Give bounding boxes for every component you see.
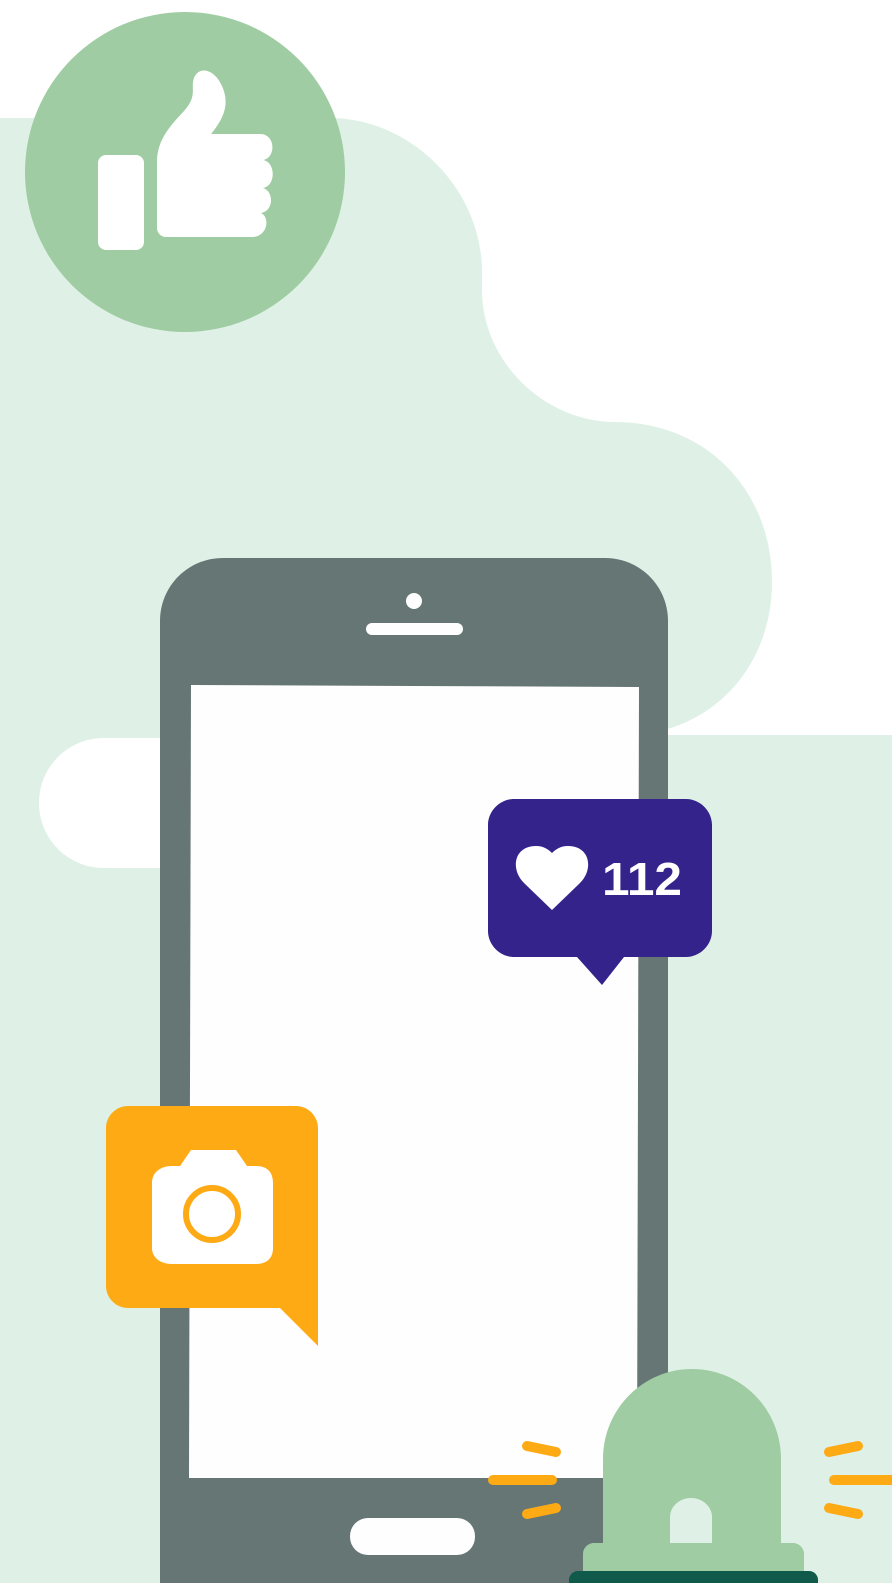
- siren-base: [569, 1571, 818, 1583]
- smartphone: [160, 558, 668, 1583]
- siren-bulb: [670, 1498, 712, 1543]
- camera-icon: [152, 1150, 273, 1264]
- front-camera: [406, 593, 422, 609]
- illustration-canvas: 112: [0, 0, 892, 1583]
- home-button: [350, 1518, 475, 1555]
- thumbs-up-badge: [25, 12, 345, 332]
- like-count: 112: [602, 853, 682, 905]
- illustration-scene: 112: [0, 12, 892, 1583]
- background-pill: [39, 738, 165, 868]
- earpiece-speaker: [366, 623, 463, 635]
